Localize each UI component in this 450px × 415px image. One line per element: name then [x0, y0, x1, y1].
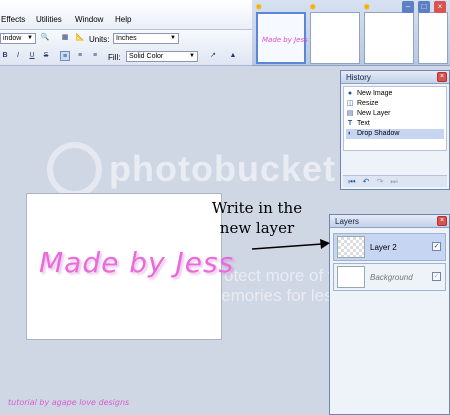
image-thumbnails: Made by Jess ✸ ✸ ✸ – □ ×	[252, 0, 450, 66]
menu-utilities[interactable]: Utilities	[36, 15, 62, 24]
history-item[interactable]: T Text	[346, 119, 444, 129]
units-label: Units:	[89, 35, 110, 44]
bold-button[interactable]: B	[0, 51, 10, 61]
menu-help[interactable]: Help	[115, 15, 131, 24]
annotation-line-1: Write in the	[211, 199, 303, 217]
ruler-icon[interactable]: 📐	[75, 33, 85, 43]
menu-window[interactable]: Window	[75, 15, 103, 24]
canvas-text: Made by Jess	[39, 246, 235, 279]
resize-icon: ◫	[346, 100, 354, 107]
text-tool-icon: T	[347, 120, 353, 127]
chevron-down-icon: ▼	[27, 35, 33, 41]
unsaved-star-icon: ✸	[363, 2, 371, 12]
layer-name: Background	[370, 273, 413, 282]
watermark-brand: photobucket	[109, 148, 336, 189]
fill-select-value: Solid Color	[129, 53, 164, 60]
annotation-arrow-icon	[251, 239, 330, 250]
history-item-label: New Layer	[357, 110, 391, 117]
history-item-label: Resize	[357, 100, 379, 107]
layer-thumbnail	[337, 236, 365, 258]
align-left-icon[interactable]: ≡	[60, 51, 70, 61]
redo-icon[interactable]: ↷	[375, 177, 385, 187]
italic-button[interactable]: I	[13, 51, 23, 61]
history-item[interactable]: ▤ New Layer	[346, 109, 444, 119]
unsaved-star-icon: ✸	[309, 2, 317, 12]
history-controls: ⏮ ↶ ↷ ⏭	[343, 175, 447, 187]
close-icon[interactable]: ×	[437, 216, 447, 226]
image-canvas[interactable]: Made by Jess	[26, 193, 233, 340]
restore-icon[interactable]: □	[418, 1, 430, 13]
grid-icon[interactable]: ▦	[60, 33, 70, 43]
align-right-icon[interactable]: ≡	[90, 51, 100, 61]
annotation-text: Write in the new layer	[198, 198, 316, 238]
history-item-label: New Image	[357, 90, 393, 97]
layer-visibility-checkbox[interactable]: ✓	[432, 272, 441, 281]
new-image-icon: ●	[347, 90, 353, 97]
watermark-logo-icon	[47, 142, 102, 197]
close-icon[interactable]: ×	[434, 1, 446, 13]
antialias-icon[interactable]: ▲	[228, 51, 238, 61]
menu-effects[interactable]: Effects	[1, 15, 25, 24]
history-item[interactable]: ◫ Resize	[346, 99, 444, 109]
fill-select[interactable]: Solid Color ▼	[126, 51, 198, 62]
curve-tool-icon[interactable]: ↗	[208, 51, 218, 61]
layer-name: Layer 2	[370, 243, 397, 252]
units-select-value: Inches	[116, 35, 137, 42]
fill-label: Fill:	[108, 53, 121, 62]
history-item-label: Drop Shadow	[357, 130, 400, 137]
align-center-icon[interactable]: ≡	[75, 51, 85, 61]
chevron-down-icon: ▼	[170, 35, 176, 41]
toolbar: indow ▼ 🔍 ▦ 📐 Units: Inches ▼ B I U S ≡ …	[0, 30, 252, 66]
undo-icon[interactable]: ↶	[361, 177, 371, 187]
rewind-icon[interactable]: ⏮	[347, 177, 357, 187]
layers-panel-header[interactable]: Layers ×	[330, 215, 449, 228]
history-title: History	[346, 73, 371, 82]
tutorial-credit: tutorial by agape love designs	[8, 398, 130, 407]
thumbnail-image-3[interactable]	[364, 12, 414, 64]
close-icon[interactable]: ×	[437, 72, 447, 82]
minimize-icon[interactable]: –	[402, 1, 414, 13]
thumbnail-current-image[interactable]: Made by Jess	[256, 12, 308, 64]
history-panel: History × ● New Image ◫ Resize ▤ New Lay…	[340, 70, 450, 190]
layer-visibility-checkbox[interactable]: ✓	[432, 242, 441, 251]
layers-panel: Layers × Layer 2 ✓ Background ✓	[329, 214, 450, 415]
chevron-down-icon: ▼	[189, 53, 195, 59]
layer-row-layer-2[interactable]: Layer 2 ✓	[333, 233, 446, 261]
zoom-icon[interactable]: 🔍	[40, 33, 50, 43]
history-list: ● New Image ◫ Resize ▤ New Layer T Text …	[343, 86, 447, 151]
layer-thumbnail	[337, 266, 365, 288]
fast-forward-icon[interactable]: ⏭	[389, 177, 399, 187]
underline-button[interactable]: U	[27, 51, 37, 61]
window-select[interactable]: indow ▼	[0, 33, 36, 44]
window-select-value: indow	[3, 35, 22, 42]
history-panel-header[interactable]: History ×	[341, 71, 449, 84]
thumbnail-image-2[interactable]	[310, 12, 360, 64]
units-select[interactable]: Inches ▼	[113, 33, 179, 44]
thumbnail-image-4[interactable]	[418, 12, 448, 64]
drop-shadow-icon: ◐	[347, 130, 353, 137]
new-layer-icon: ▤	[346, 110, 354, 117]
history-item[interactable]: ● New Image	[346, 89, 444, 99]
history-item-selected[interactable]: ◐ Drop Shadow	[346, 129, 444, 139]
layer-row-background[interactable]: Background ✓	[333, 263, 446, 291]
history-item-label: Text	[357, 120, 370, 127]
unsaved-star-icon: ✸	[255, 2, 263, 12]
strikethrough-button[interactable]: S	[41, 51, 51, 61]
layers-title: Layers	[335, 217, 360, 226]
menu-bar: Effects Utilities Window Help	[0, 0, 252, 30]
thumbnail-caption: Made by Jess	[262, 36, 308, 44]
